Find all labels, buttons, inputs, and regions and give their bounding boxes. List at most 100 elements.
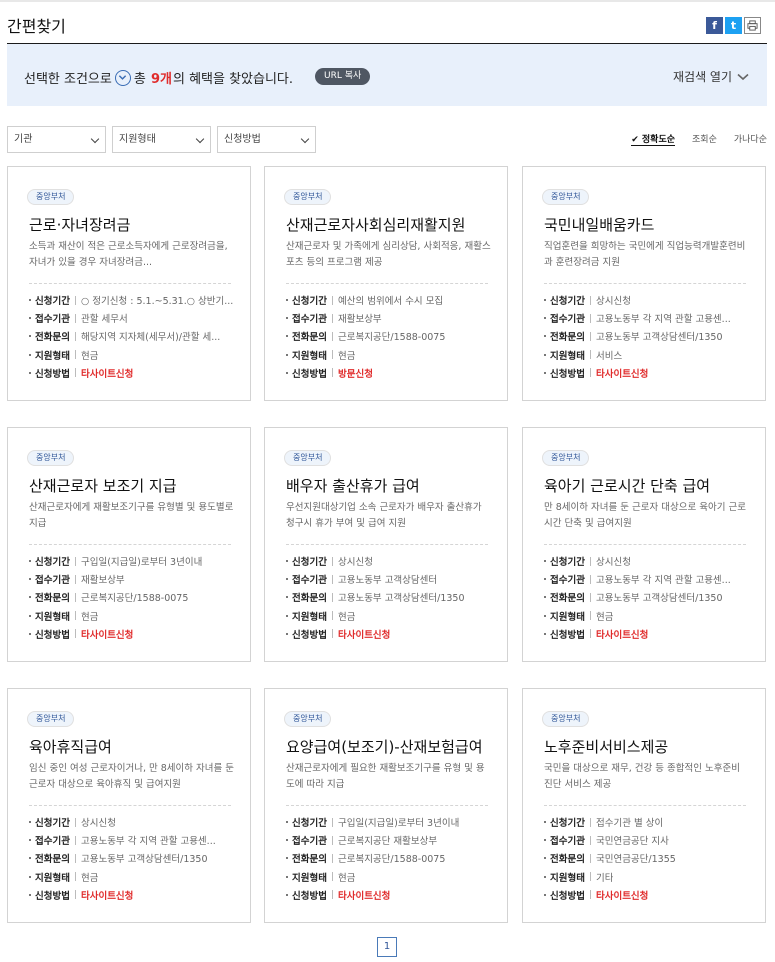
divider [331,592,333,602]
sort-views[interactable]: 조회순 [692,132,717,146]
agency-select[interactable]: 기관 [7,126,106,153]
card-title[interactable]: 육아기 근로시간 단축 급여 [544,475,710,496]
benefit-card[interactable]: 중앙부처 요양급여(보조기)-산재보험급여 산재근로자에게 필요한 재활보조기구… [264,688,508,923]
divider [589,817,591,827]
detail-label: 지원형태 [35,872,70,884]
benefit-card[interactable]: 중앙부처 육아휴직급여 임신 중인 여성 근로자이거나, 만 8세이하 자녀를 … [7,688,251,923]
divider [331,331,333,341]
detail-value: 현금 [80,350,99,362]
bullet [286,371,288,374]
bullet [29,821,31,824]
detail-row-agency: 접수기관 고용노동부 고객상담센터 [286,570,491,588]
detail-label: 신청기간 [550,557,585,569]
print-icon[interactable] [744,17,761,34]
result-banner: 선택한 조건으로 총 9개 의 혜택을 찾았습니다. URL 복사 재검색 열기 [7,44,767,106]
card-description: 소득과 재산이 적은 근로소득자에게 근로장려금을, 자녀가 있을 경우 자녀장… [29,241,228,268]
card-divider [286,544,488,545]
detail-value: 타사이트신청 [80,629,134,641]
detail-value: 고용노동부 고객상담센터/1350 [595,593,723,605]
benefit-card[interactable]: 중앙부처 산재근로자 보조기 지급 산재근로자에게 재활보조기구를 유형별 및 … [7,427,251,662]
detail-row-support: 지원형태 기타 [544,868,749,886]
card-title[interactable]: 국민내일배움카드 [544,214,654,235]
research-toggle[interactable]: 재검색 열기 [673,68,749,85]
card-title[interactable]: 산재근로자 보조기 지급 [29,475,177,496]
benefit-card[interactable]: 중앙부처 육아기 근로시간 단축 급여 만 8세이하 자녀를 둔 근로자 대상으… [522,427,766,662]
divider [331,556,333,566]
apply-method-select-value: 신청방법 [224,134,261,145]
card-details: 신청기간 접수기관 별 상이 접수기관 국민연금공단 지사 전화문의 국민연금공… [544,813,749,904]
bullet [29,614,31,617]
detail-row-method: 신청방법 타사이트신청 [29,364,234,382]
benefit-card[interactable]: 중앙부처 노후준비서비스제공 국민을 대상으로 재무, 건강 등 종합적인 노후… [522,688,766,923]
sort-options: ✔ 정확도순 조회순 가나다순 [631,132,767,146]
card-title[interactable]: 산재근로자사회심리재활지원 [286,214,465,235]
divider [589,556,591,566]
card-divider [544,544,746,545]
detail-row-support: 지원형태 현금 [29,607,234,625]
benefit-card[interactable]: 중앙부처 산재근로자사회심리재활지원 산재근로자 및 가족에게 심리상담, 사회… [264,166,508,401]
card-details: 신청기간 상시신청 접수기관 고용노동부 각 지역 관할 고용센... 전화문의… [544,552,749,643]
bullet [29,335,31,338]
detail-value: 고용노동부 고객상담센터 [337,575,438,587]
facebook-icon[interactable]: f [706,17,723,34]
detail-value: 근로복지공단 재활보상부 [337,836,438,848]
detail-value: 상시신청 [595,296,631,308]
detail-label: 접수기관 [35,836,70,848]
category-badge: 중앙부처 [542,189,590,205]
chevron-down-icon [300,134,310,144]
detail-label: 신청기간 [292,818,327,830]
detail-row-phone: 전화문의 고용노동부 고객상담센터/1350 [544,588,749,606]
detail-label: 전화문의 [292,593,327,605]
divider [331,890,333,900]
category-badge: 중앙부처 [284,450,332,466]
card-description: 산재근로자에게 필요한 재활보조기구를 유형 및 용도에 따라 지급 [286,763,485,790]
detail-row-method: 신청방법 타사이트신청 [286,625,491,643]
category-badge: 중앙부처 [284,711,332,727]
card-title[interactable]: 요양급여(보조기)-산재보험급여 [286,736,483,757]
benefit-card[interactable]: 중앙부처 국민내일배움카드 직업훈련을 희망하는 국민에게 직업능력개발훈련비과… [522,166,766,401]
detail-value: 타사이트신청 [595,368,649,380]
card-title[interactable]: 근로·자녀장려금 [29,214,130,235]
detail-row-support: 지원형태 현금 [544,607,749,625]
card-divider [544,283,746,284]
card-title[interactable]: 육아휴직급여 [29,736,112,757]
card-description: 산재근로자에게 재활보조기구를 유형별 및 용도별로 지급 [29,502,234,529]
apply-method-select[interactable]: 신청방법 [217,126,316,153]
card-divider [286,283,488,284]
divider [331,835,333,845]
chevron-down-circle-icon[interactable] [114,69,131,86]
bullet [29,371,31,374]
detail-row-period: 신청기간 구입일(지급일)로부터 3년이내 [286,813,491,831]
page-button-1[interactable]: 1 [377,937,397,957]
detail-row-phone: 전화문의 근로복지공단/1588-0075 [286,849,491,867]
card-title[interactable]: 배우자 출산휴가 급여 [286,475,420,496]
card-title[interactable]: 노후준비서비스제공 [544,736,668,757]
detail-row-period: 신청기간 상시신청 [544,552,749,570]
detail-label: 전화문의 [292,332,327,344]
card-description: 산재근로자 및 가족에게 심리상담, 사회적응, 재활스포츠 등의 프로그램 제… [286,241,491,268]
bullet [544,875,546,878]
sort-alphabetical[interactable]: 가나다순 [734,132,767,146]
benefit-card[interactable]: 중앙부처 배우자 출산휴가 급여 우선지원대상기업 소속 근로자가 배우자 출산… [264,427,508,662]
detail-row-period: 신청기간 구입일(지급일)로부터 3년이내 [29,552,234,570]
detail-value: 현금 [337,872,356,884]
benefit-card[interactable]: 중앙부처 근로·자녀장려금 소득과 재산이 적은 근로소득자에게 근로장려금을,… [7,166,251,401]
detail-label: 신청방법 [35,368,70,380]
url-copy-button[interactable]: URL 복사 [315,68,371,85]
card-divider [544,805,746,806]
detail-row-period: 신청기간 상시신청 [286,552,491,570]
detail-value: 재활보상부 [80,575,125,587]
detail-value: 타사이트신청 [80,890,134,902]
category-badge: 중앙부처 [27,450,75,466]
twitter-icon[interactable]: t [725,17,742,34]
support-type-select[interactable]: 지원형태 [112,126,211,153]
detail-label: 신청방법 [292,890,327,902]
divider [74,872,76,882]
detail-label: 전화문의 [550,854,585,866]
sort-accuracy[interactable]: ✔ 정확도순 [631,132,676,146]
divider [74,331,76,341]
detail-value: 재활보상부 [337,314,382,326]
detail-label: 접수기관 [550,314,585,326]
detail-value: 타사이트신청 [595,629,649,641]
detail-value: 구입일(지급일)로부터 3년이내 [337,818,460,830]
